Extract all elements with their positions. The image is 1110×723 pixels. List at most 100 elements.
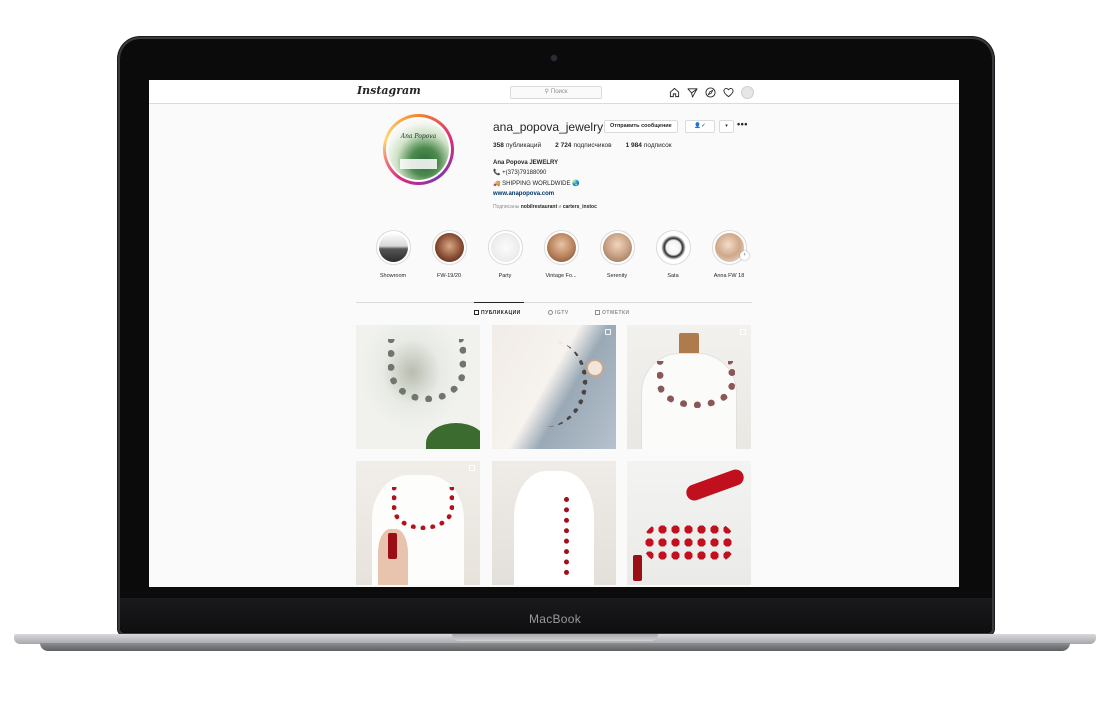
followed-by: Подписаны nobilrestaurant и carters_inst… bbox=[493, 204, 597, 210]
watch-shape bbox=[586, 359, 604, 377]
tag-icon bbox=[595, 310, 600, 315]
active-tab-indicator bbox=[474, 302, 524, 303]
highlight-label: Showroom bbox=[379, 273, 407, 279]
highlight-label: Serenity bbox=[606, 273, 628, 279]
post-thumbnail[interactable] bbox=[627, 461, 751, 585]
screen: Instagram ⚲ Поиск Ana Popova ana_popova_… bbox=[149, 80, 959, 587]
post-thumbnail[interactable] bbox=[627, 325, 751, 449]
highlight-ring bbox=[431, 230, 467, 265]
followed-by-user-1[interactable]: nobilrestaurant bbox=[521, 204, 557, 210]
followers-stat[interactable]: 2 724 подписчиков bbox=[555, 142, 611, 149]
post-thumbnail[interactable] bbox=[356, 325, 480, 449]
highlight-image bbox=[378, 233, 408, 262]
post-thumbnail[interactable] bbox=[492, 461, 616, 585]
avatar-inner: Ana Popova bbox=[386, 117, 451, 182]
highlights-next-button[interactable]: › bbox=[740, 251, 749, 260]
igtv-icon bbox=[548, 310, 553, 315]
highlight-ring bbox=[375, 230, 411, 265]
multiple-photos-icon bbox=[740, 329, 746, 335]
highlight-ring bbox=[711, 230, 747, 265]
post-thumbnail[interactable] bbox=[356, 461, 480, 585]
followers-label: подписчиков bbox=[573, 142, 612, 149]
highlight-image bbox=[546, 233, 576, 262]
home-icon[interactable] bbox=[669, 87, 680, 98]
highlight-label: Vintage Fo... bbox=[545, 273, 577, 279]
ribbon-shape bbox=[684, 467, 746, 503]
posts-count: 358 bbox=[493, 142, 504, 149]
top-navbar: Instagram ⚲ Поиск bbox=[149, 80, 959, 104]
profile-username: ana_popova_jewelry bbox=[493, 120, 604, 134]
profile-avatar[interactable] bbox=[741, 85, 754, 99]
highlight-label: Sata bbox=[667, 273, 679, 279]
suggestions-dropdown-button[interactable]: ▾ bbox=[719, 120, 734, 133]
lipstick-shape bbox=[633, 555, 642, 581]
profile-bio: Ana Popova JEWELRY 📞 +(373)79188090 🚚 SH… bbox=[493, 158, 580, 199]
bio-name: Ana Popova JEWELRY bbox=[493, 160, 559, 166]
highlight-item[interactable]: FW-19/20 bbox=[429, 230, 469, 279]
search-placeholder: Поиск bbox=[550, 89, 568, 95]
avatar-image: Ana Popova bbox=[388, 119, 449, 180]
highlight-image bbox=[658, 233, 688, 262]
followed-by-and: и bbox=[558, 204, 562, 210]
multiple-photos-icon bbox=[469, 465, 475, 471]
shirt-shape bbox=[514, 471, 594, 585]
followed-by-prefix: Подписаны bbox=[493, 204, 520, 210]
highlight-ring bbox=[487, 230, 523, 265]
send-message-button[interactable]: Отправить сообщение bbox=[604, 120, 678, 133]
avatar-logo-text: Ana Popova bbox=[400, 133, 437, 140]
necklace-shape bbox=[392, 487, 454, 530]
laptop-notch bbox=[452, 634, 658, 641]
bio-shipping: 🚚 SHIPPING WORLDWIDE 🌏 bbox=[493, 180, 580, 187]
necklace-shape bbox=[643, 523, 735, 563]
highlight-item[interactable]: Vintage Fo... bbox=[541, 230, 581, 279]
highlight-ring bbox=[655, 230, 691, 265]
followers-count: 2 724 bbox=[555, 142, 572, 149]
explore-icon[interactable] bbox=[705, 86, 716, 98]
tab-posts[interactable]: ПУБЛИКАЦИИ bbox=[474, 310, 521, 316]
grid-icon bbox=[474, 310, 479, 315]
following-button[interactable]: 👤✓ bbox=[685, 120, 715, 133]
highlight-item[interactable]: Party bbox=[485, 230, 525, 279]
necklace-shape bbox=[564, 497, 579, 575]
profile-stats: 358 публикаций 2 724 подписчиков 1 984 подп… bbox=[493, 142, 672, 149]
bio-website-link[interactable]: www.anapopova.com bbox=[493, 189, 580, 199]
posts-label: публикаций bbox=[505, 142, 542, 149]
tab-igtv[interactable]: IGTV bbox=[548, 310, 569, 316]
tab-igtv-label: IGTV bbox=[555, 310, 569, 316]
highlight-item[interactable]: Serenity bbox=[597, 230, 637, 279]
search-icon: ⚲ bbox=[544, 89, 549, 95]
necklace-shape bbox=[505, 335, 594, 433]
highlight-item[interactable]: Sata bbox=[653, 230, 693, 279]
tab-tagged-label: ОТМЕТКИ bbox=[602, 310, 630, 316]
hanger-shape bbox=[679, 333, 699, 355]
highlight-image bbox=[434, 233, 464, 262]
search-input[interactable]: ⚲ Поиск bbox=[510, 86, 602, 99]
highlight-label: FW-19/20 bbox=[436, 273, 462, 279]
highlight-item[interactable]: Showroom bbox=[373, 230, 413, 279]
highlight-label: Anna FW 18 bbox=[713, 273, 745, 279]
following-count: 1 984 bbox=[625, 142, 642, 149]
laptop-base-shadow bbox=[40, 643, 1070, 651]
profile-avatar-large[interactable]: Ana Popova bbox=[383, 114, 454, 185]
tabs-divider bbox=[356, 302, 752, 303]
tab-posts-label: ПУБЛИКАЦИИ bbox=[481, 310, 521, 316]
direct-icon[interactable] bbox=[687, 87, 698, 98]
necklace-shape bbox=[388, 339, 466, 402]
highlight-image bbox=[490, 233, 520, 262]
followed-by-user-2[interactable]: carters_instoc bbox=[563, 204, 597, 210]
tab-tagged[interactable]: ОТМЕТКИ bbox=[595, 310, 630, 316]
instagram-logo[interactable]: Instagram bbox=[357, 84, 421, 97]
options-icon[interactable]: ••• bbox=[737, 119, 748, 129]
necklace-shape bbox=[657, 361, 735, 408]
leaf-shape bbox=[426, 423, 480, 449]
post-thumbnail[interactable] bbox=[492, 325, 616, 449]
bio-phone: 📞 +(373)79188090 bbox=[493, 170, 547, 177]
heart-icon[interactable] bbox=[723, 87, 734, 98]
posts-stat: 358 публикаций bbox=[493, 142, 541, 149]
highlight-ring bbox=[543, 230, 579, 265]
highlight-image bbox=[602, 233, 632, 262]
following-stat[interactable]: 1 984 подписок bbox=[626, 142, 672, 149]
nav-icons bbox=[669, 85, 754, 99]
following-label: подписок bbox=[643, 142, 672, 149]
lipstick-shape bbox=[388, 533, 397, 559]
